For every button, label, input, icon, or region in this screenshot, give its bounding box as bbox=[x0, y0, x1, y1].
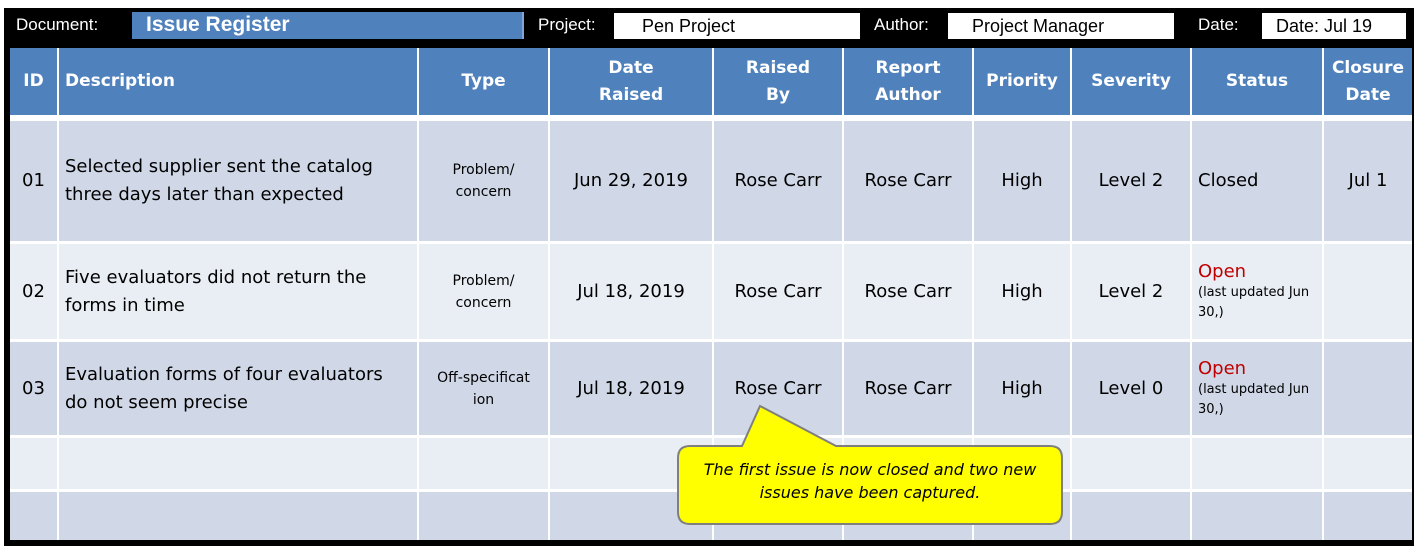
row2-type: Problem/ concern bbox=[419, 244, 548, 339]
row2-raised-by: Rose Carr bbox=[714, 244, 842, 339]
date-field[interactable]: Date: Jul 19 bbox=[1262, 13, 1406, 39]
row2-severity: Level 2 bbox=[1072, 244, 1190, 339]
row3-type: Off-specification bbox=[419, 342, 548, 435]
header-id: ID bbox=[10, 48, 57, 115]
row1-description[interactable]: Selected supplier sent the catalog three… bbox=[59, 121, 417, 241]
row5-description[interactable] bbox=[59, 492, 417, 540]
row3-raised-by: Rose Carr bbox=[714, 342, 842, 435]
row5-type bbox=[419, 492, 548, 540]
row4-closure-date bbox=[1324, 438, 1412, 489]
row2-description[interactable]: Five evaluators did not return the forms… bbox=[59, 244, 417, 339]
row1-id: 01 bbox=[10, 121, 57, 241]
author-field[interactable]: Project Manager bbox=[948, 13, 1174, 39]
row1-severity: Level 2 bbox=[1072, 121, 1190, 241]
row3-priority: High bbox=[974, 342, 1070, 435]
header-report-author: Report Author bbox=[844, 48, 972, 115]
row3-status-note: (last updated Jun 30,) bbox=[1198, 381, 1310, 417]
row3-status-open: Open bbox=[1198, 357, 1247, 379]
row4-type bbox=[419, 438, 548, 489]
header-type: Type bbox=[419, 48, 548, 115]
project-field[interactable]: Pen Project bbox=[614, 13, 860, 39]
row3-date-raised: Jul 18, 2019 bbox=[550, 342, 712, 435]
project-label: Project: bbox=[538, 15, 596, 34]
row1-status: Closed bbox=[1192, 121, 1322, 241]
row1-date-raised: Jun 29, 2019 bbox=[550, 121, 712, 241]
row5-id bbox=[10, 492, 57, 540]
row3-type-text: Off-specification bbox=[437, 369, 530, 408]
row4-severity bbox=[1072, 438, 1190, 489]
row2-status-note: (last updated Jun 30,) bbox=[1198, 284, 1310, 320]
row1-type: Problem/ concern bbox=[419, 121, 548, 241]
header-priority: Priority bbox=[974, 48, 1070, 115]
row2-date-raised: Jul 18, 2019 bbox=[550, 244, 712, 339]
author-label: Author: bbox=[874, 15, 929, 34]
date-label: Date: bbox=[1198, 15, 1239, 34]
row2-id: 02 bbox=[10, 244, 57, 339]
header-date-raised: Date Raised bbox=[550, 48, 712, 115]
row3-description[interactable]: Evaluation forms of four evaluators do n… bbox=[59, 342, 417, 435]
row3-severity: Level 0 bbox=[1072, 342, 1190, 435]
row1-report-author: Rose Carr bbox=[844, 121, 972, 241]
row2-status-open: Open bbox=[1198, 260, 1247, 282]
row3-status: Open (last updated Jun 30,) bbox=[1192, 342, 1322, 435]
document-title: Issue Register bbox=[132, 12, 524, 39]
row4-description[interactable] bbox=[59, 438, 417, 489]
row4-id bbox=[10, 438, 57, 489]
row5-status bbox=[1192, 492, 1322, 540]
document-meta-bar: Document: Issue Register Project: Pen Pr… bbox=[4, 8, 1414, 44]
header-raised-by: Raised By bbox=[714, 48, 842, 115]
row5-closure-date bbox=[1324, 492, 1412, 540]
row1-raised-by: Rose Carr bbox=[714, 121, 842, 241]
callout-text: The first issue is now closed and two ne… bbox=[703, 460, 1037, 502]
row3-report-author: Rose Carr bbox=[844, 342, 972, 435]
row2-priority: High bbox=[974, 244, 1070, 339]
row4-status bbox=[1192, 438, 1322, 489]
header-severity: Severity bbox=[1072, 48, 1190, 115]
header-description: Description bbox=[59, 48, 417, 115]
row2-status: Open (last updated Jun 30,) bbox=[1192, 244, 1322, 339]
row2-report-author: Rose Carr bbox=[844, 244, 972, 339]
row1-closure-date: Jul 1 bbox=[1324, 121, 1412, 241]
row1-priority: High bbox=[974, 121, 1070, 241]
header-closure-date: Closure Date bbox=[1324, 48, 1412, 115]
document-label: Document: bbox=[16, 15, 99, 34]
row2-closure-date bbox=[1324, 244, 1412, 339]
row3-id: 03 bbox=[10, 342, 57, 435]
row5-severity bbox=[1072, 492, 1190, 540]
row3-closure-date bbox=[1324, 342, 1412, 435]
header-status: Status bbox=[1192, 48, 1322, 115]
